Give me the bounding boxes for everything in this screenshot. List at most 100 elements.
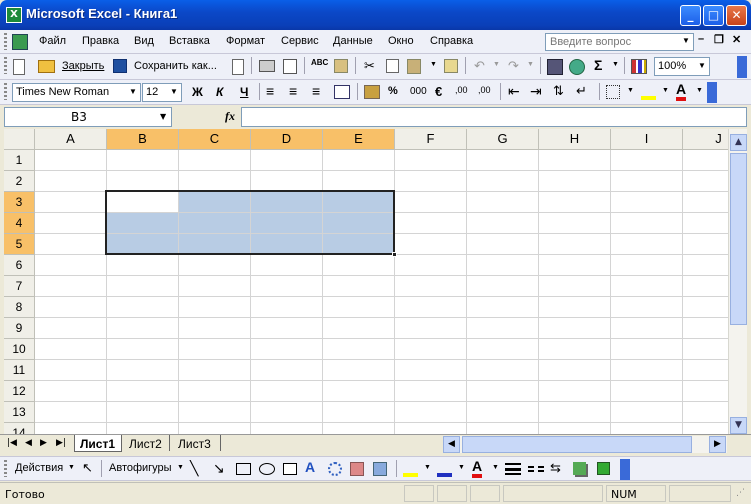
borders-icon[interactable] [606,85,620,99]
menu-tools[interactable]: Сервис [281,35,319,47]
doc-restore-button[interactable]: ❐ [714,33,724,46]
paste-icon[interactable] [407,59,421,74]
open-folder-icon[interactable] [38,60,55,73]
fill-dropdown-icon[interactable]: ▼ [662,87,669,94]
currency-icon[interactable] [364,85,380,99]
row-header-6[interactable]: 6 [4,255,35,276]
arrow-icon[interactable]: ↘ [213,460,225,477]
wrap-text-icon[interactable]: ↵ [576,83,587,99]
column-header-b[interactable]: B [107,129,179,150]
select-pointer-icon[interactable]: ↖ [82,460,93,476]
bold-button[interactable]: Ж [192,85,203,99]
close-file-button[interactable]: Закрыть [62,60,104,72]
scroll-right-button[interactable]: ▶ [709,436,726,453]
menu-help[interactable]: Справка [430,35,473,47]
copy-icon[interactable] [386,59,399,73]
menu-format[interactable]: Формат [226,35,265,47]
toolbar-grip[interactable] [4,83,7,100]
3d-style-icon[interactable] [597,462,610,475]
autosum-icon[interactable]: Σ [594,57,602,73]
column-header-e[interactable]: E [323,129,395,150]
font-color-dropdown-icon[interactable]: ▼ [696,87,703,94]
prev-sheet-icon[interactable]: ◀ [25,438,32,448]
row-header-8[interactable]: 8 [4,297,35,318]
arrow-style-icon[interactable]: ⇆ [550,460,561,476]
last-sheet-icon[interactable]: ▶| [56,438,66,448]
italic-button[interactable]: К [216,85,223,99]
menu-edit[interactable]: Правка [82,35,119,47]
rectangle-icon[interactable] [236,463,251,475]
doc-close-button[interactable]: ✕ [732,33,741,46]
merge-center-icon[interactable] [334,85,350,99]
menu-insert[interactable]: Вставка [169,35,210,47]
scroll-up-button[interactable]: ▲ [730,134,747,151]
name-box[interactable]: B3 ▼ [4,107,172,127]
text-direction-icon[interactable]: ⇅ [553,83,564,99]
column-header-g[interactable]: G [467,129,539,150]
toolbar-grip[interactable] [4,57,7,74]
research-icon[interactable] [334,59,348,73]
percent-button[interactable]: % [388,85,398,97]
font-color-icon[interactable]: A [676,82,687,101]
column-header-c[interactable]: C [179,129,251,150]
row-header-4[interactable]: 4 [4,213,35,234]
chevron-down-icon[interactable]: ▼ [682,36,690,45]
chevron-down-icon[interactable]: ▼ [170,87,178,96]
menu-window[interactable]: Окно [388,35,414,47]
chevron-down-icon[interactable]: ▼ [177,464,184,471]
autoshapes-menu[interactable]: Автофигуры [109,462,172,474]
chevron-down-icon[interactable]: ▼ [129,87,137,96]
zoom-select[interactable]: 100% ▼ [654,57,710,76]
web-icon[interactable] [569,59,585,75]
chevron-down-icon[interactable]: ▼ [458,464,465,471]
fill-handle[interactable] [392,252,397,257]
save-icon[interactable] [113,59,127,73]
insert-hyperlink-icon[interactable] [547,59,563,75]
close-button[interactable]: ✕ [726,5,747,26]
sheet-tab-active[interactable]: Лист1 [74,435,122,452]
align-left-icon[interactable]: ≡ [266,83,274,99]
sheet-tab[interactable]: Лист2 [124,435,170,451]
menu-view[interactable]: Вид [134,35,154,47]
chevron-down-icon[interactable]: ▼ [160,112,166,121]
help-search-input[interactable]: Введите вопрос ▼ [545,33,694,51]
format-painter-icon[interactable] [444,59,458,73]
fill-color-icon[interactable] [403,461,418,477]
scroll-left-button[interactable]: ◀ [443,436,460,453]
borders-dropdown-icon[interactable]: ▼ [627,87,634,94]
print-preview-icon[interactable] [283,59,297,74]
column-header-f[interactable]: F [395,129,467,150]
font-name-select[interactable]: Times New Roman ▼ [12,83,141,102]
euro-button[interactable]: € [435,84,442,99]
increase-decimal-icon[interactable]: ,00 [455,85,468,95]
clipart-icon[interactable] [350,462,364,476]
row-header-11[interactable]: 11 [4,360,35,381]
column-header-h[interactable]: H [539,129,611,150]
undo-icon[interactable]: ↶ [474,58,485,74]
vertical-scrollbar[interactable]: ▲ ▼ [728,129,747,434]
decrease-indent-icon[interactable]: ⇤ [508,83,520,100]
line-color-icon[interactable] [437,461,452,477]
picture-icon[interactable] [373,462,387,476]
row-header-14[interactable]: 14 [4,423,35,434]
redo-icon[interactable]: ↷ [508,58,519,74]
excel-doc-icon[interactable] [12,34,28,50]
chevron-down-icon[interactable]: ▼ [68,464,75,471]
menu-grip[interactable] [4,33,7,50]
select-all-corner[interactable] [4,129,35,150]
fill-color-icon[interactable] [641,84,656,100]
oval-icon[interactable] [259,463,275,475]
chevron-down-icon[interactable]: ▼ [492,464,499,471]
line-icon[interactable]: ╲ [190,460,198,477]
font-color-icon[interactable]: A [472,459,483,478]
row-header-9[interactable]: 9 [4,318,35,339]
shadow-style-icon[interactable] [573,462,586,475]
toolbar-overflow-icon[interactable] [737,56,747,78]
menu-file[interactable]: Файл [39,35,66,47]
dash-style-icon[interactable] [528,466,544,472]
insert-function-icon[interactable]: fx [225,109,235,124]
column-header-a[interactable]: A [35,129,107,150]
maximize-button[interactable]: □ [703,5,724,26]
align-center-icon[interactable]: ≡ [289,83,297,99]
row-header-7[interactable]: 7 [4,276,35,297]
